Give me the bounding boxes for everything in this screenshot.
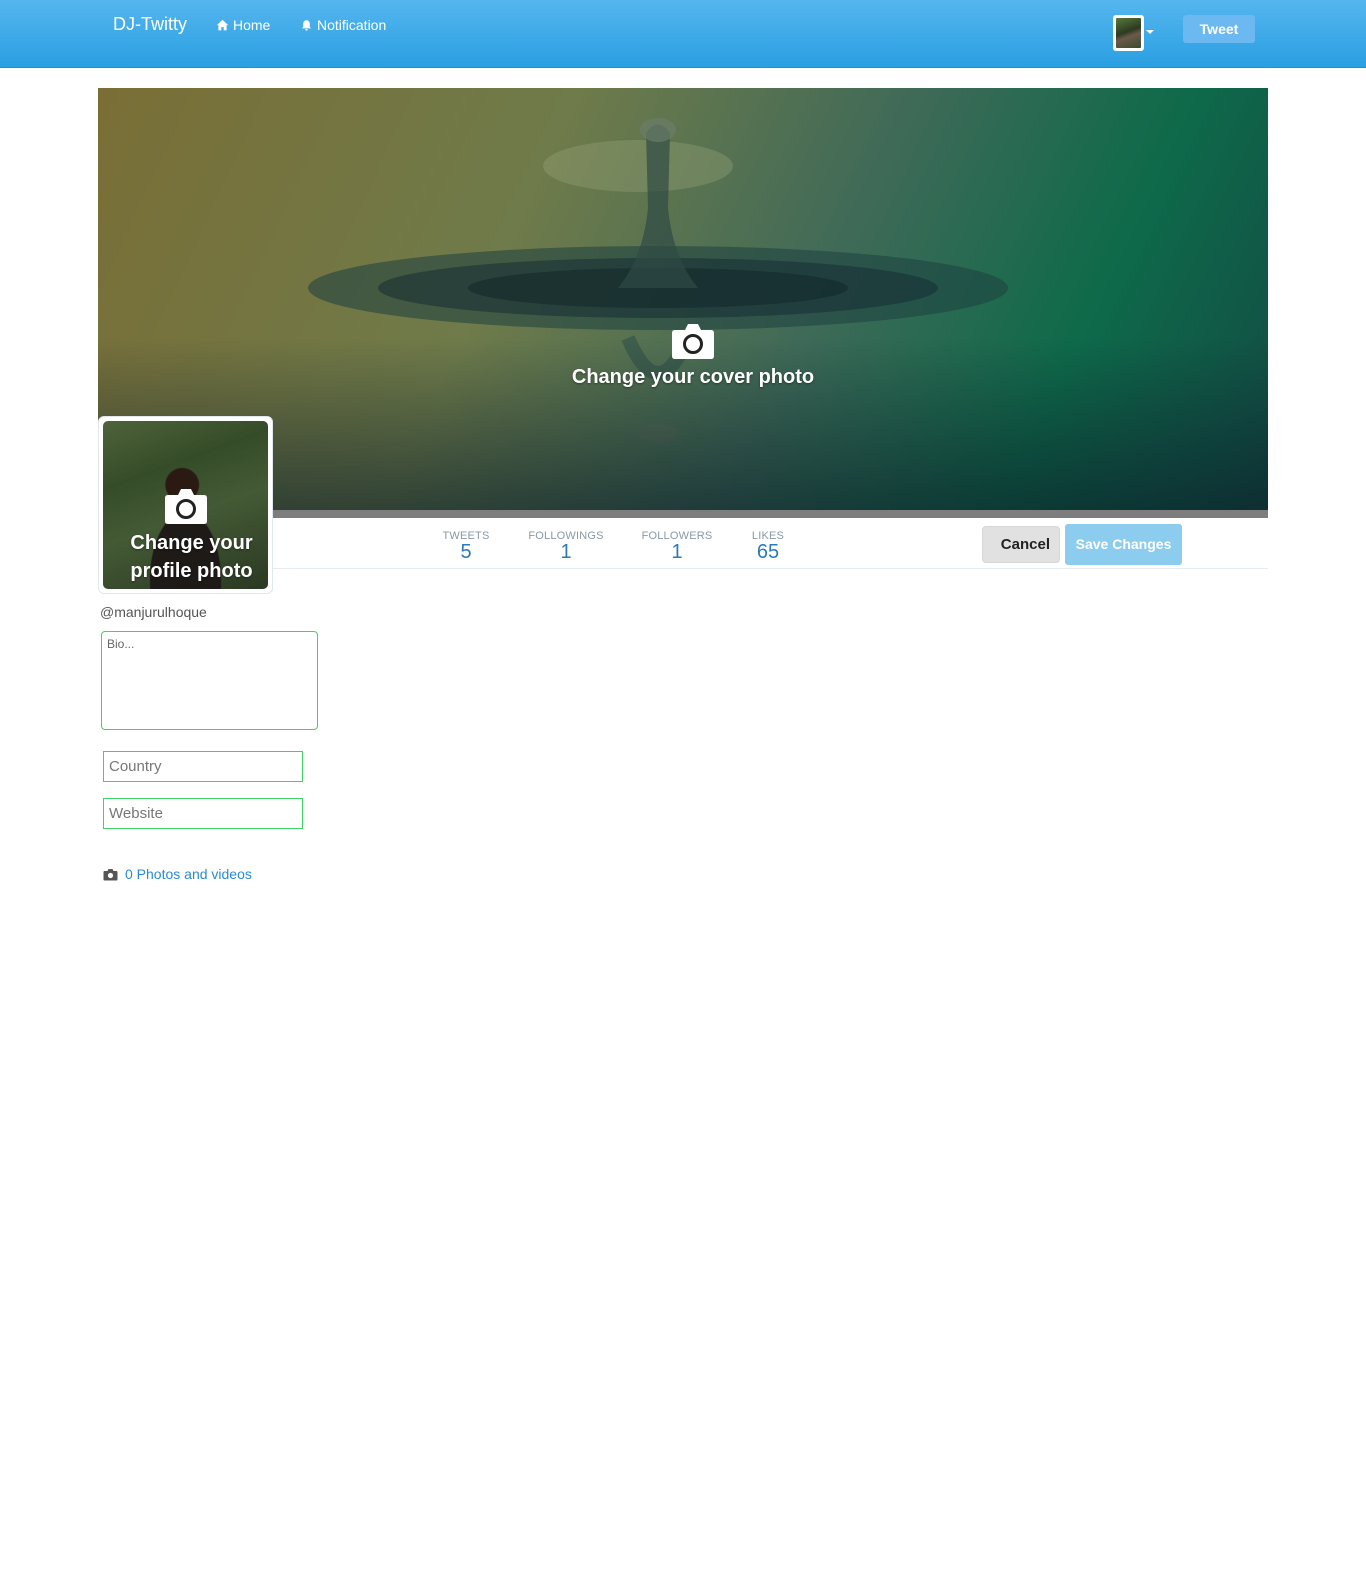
home-icon: [216, 19, 229, 30]
change-cover-photo[interactable]: Change your cover photo: [568, 322, 818, 389]
tweet-button[interactable]: Tweet: [1183, 15, 1255, 43]
user-handle[interactable]: @manjurulhoque: [100, 604, 207, 620]
change-profile-label: Change your profile photo: [130, 532, 253, 582]
stat-value: 65: [756, 541, 780, 563]
stat-followings[interactable]: FOLLOWINGS 1: [528, 530, 604, 562]
profile-photo-frame: Change your profile photo: [98, 416, 273, 594]
photos-videos-label: 0 Photos and videos: [125, 866, 252, 882]
stat-tweets[interactable]: TWEETS 5: [442, 530, 490, 562]
cancel-button[interactable]: Cancel: [982, 526, 1060, 563]
stat-likes[interactable]: LIKES 65: [750, 530, 786, 562]
nav-notification-label: Notification: [317, 17, 387, 33]
cover-bottom-bar: [98, 510, 1268, 518]
country-input[interactable]: [103, 751, 303, 782]
chevron-down-icon[interactable]: [1146, 30, 1154, 34]
nav-notification-link[interactable]: Notification: [300, 17, 386, 33]
nav-home-label: Home: [233, 17, 271, 33]
stat-value: 1: [560, 541, 572, 563]
nav-home-link[interactable]: Home: [216, 17, 270, 33]
user-avatar-menu[interactable]: [1113, 15, 1144, 51]
photos-videos-link[interactable]: 0 Photos and videos: [103, 866, 252, 882]
bio-input[interactable]: [101, 631, 318, 730]
camera-icon: [164, 489, 207, 524]
change-profile-photo[interactable]: Change your profile photo: [103, 487, 268, 585]
bell-icon: [302, 19, 311, 31]
profile-photo[interactable]: Change your profile photo: [103, 421, 268, 589]
brand-logo[interactable]: DJ-Twitty: [113, 14, 187, 35]
stats-divider: [98, 568, 1268, 569]
stat-value: 5: [460, 541, 472, 563]
cover-photo[interactable]: Change your cover photo: [98, 88, 1268, 518]
camera-icon: [103, 868, 118, 880]
website-input[interactable]: [103, 798, 303, 829]
top-navbar: DJ-Twitty Home Notification Tweet: [0, 0, 1366, 68]
stat-followers[interactable]: FOLLOWERS 1: [641, 530, 713, 562]
change-cover-label: Change your cover photo: [571, 366, 815, 388]
stat-value: 1: [671, 541, 683, 563]
avatar: [1116, 18, 1141, 48]
save-changes-button[interactable]: Save Changes: [1065, 524, 1182, 565]
camera-icon: [672, 324, 714, 359]
